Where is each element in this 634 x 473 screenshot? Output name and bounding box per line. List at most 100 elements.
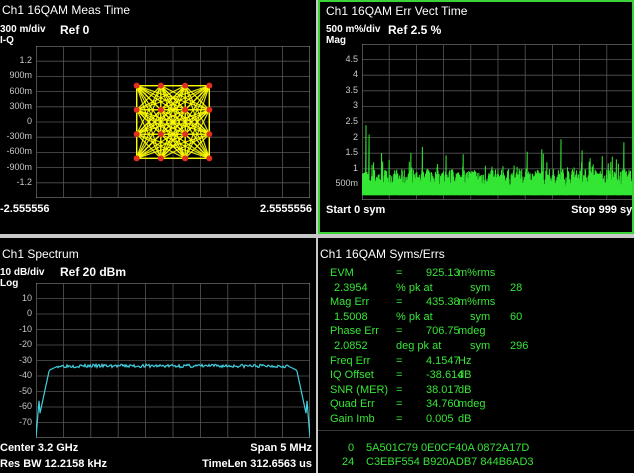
table-separator [318, 430, 634, 431]
metric-row: 1.5008 % pk at sym 60 [318, 311, 634, 325]
symbol-point [133, 131, 140, 138]
format-label: I-Q [0, 35, 14, 46]
hex-row-index: 0 [348, 442, 355, 454]
metric-row: 2.3954 % pk at sym 28 [318, 282, 634, 296]
start-label: Start 0 sym [326, 204, 386, 216]
constellation-pane[interactable]: Ch1 16QAM Meas Time 300 m/div I-Q Ref 0 … [0, 0, 316, 234]
symbol-point [206, 106, 213, 113]
constellation-plot[interactable] [36, 46, 310, 198]
y-tick-label: 300m [9, 100, 32, 111]
metric-cell: = [396, 267, 403, 279]
y-tick-label: 500m [335, 178, 358, 189]
y-tick-label: 600m [9, 85, 32, 96]
metric-row: SNR (MER) = 38.017 dB [318, 384, 634, 398]
metric-cell: deg pk at [396, 340, 442, 352]
symbol-point [182, 155, 189, 162]
y-tick-label: 2 [352, 131, 358, 142]
y-tick-label: -1.2 [16, 176, 32, 187]
y-tick-label: 0 [26, 308, 32, 318]
metric-cell: mdeg [458, 325, 486, 338]
y-tick-label: -40 [18, 370, 32, 380]
pane-title: Ch1 16QAM Err Vect Time [326, 4, 468, 18]
symbol-point [157, 82, 164, 89]
metric-cell: Phase Err [330, 325, 379, 338]
y-tick-label: 4.5 [345, 53, 358, 64]
metric-cell: = [396, 398, 403, 411]
stop-label: Stop 999 sym [571, 204, 633, 216]
metric-cell: Quad Err [330, 398, 375, 411]
metric-cell: SNR (MER) [330, 383, 389, 396]
metric-cell: = [396, 296, 403, 309]
y-tick-label: -20 [18, 339, 32, 349]
y-tick-label: 4 [352, 69, 358, 80]
y-tick-label: 3 [352, 100, 358, 111]
metric-cell: mdeg [458, 398, 486, 411]
format-label: Log [0, 278, 19, 289]
metric-cell: m%rms [458, 267, 496, 279]
x-axis-right-label: 2.5555556 [260, 203, 312, 215]
metric-cell: 28 [510, 281, 523, 294]
metric-cell: 296 [510, 340, 529, 352]
syms-errs-pane[interactable]: Ch1 16QAM Syms/Errs EVM = 925.13 m%rms 2.395… [318, 238, 634, 473]
metric-row: Freq Err = 4.1547 Hz [318, 355, 634, 369]
symbol-point [157, 155, 164, 162]
metric-cell: IQ Offset [330, 369, 374, 382]
y-tick-label: 10 [21, 292, 32, 303]
hex-row-words: C3EBF554 B920ADB7 844B6AD3 [366, 456, 534, 468]
y-tick-label: -60 [18, 401, 32, 411]
symbol-point [206, 131, 213, 138]
reference-level: Ref 20 dBm [60, 265, 127, 279]
symbol-point [133, 82, 140, 89]
metric-cell: Freq Err [330, 354, 371, 367]
metric-cell: 925.13 [426, 267, 460, 279]
metric-cell: dB [458, 369, 472, 382]
scale-per-div: 500 m%/div [326, 24, 381, 35]
symbol-point [182, 131, 189, 138]
spectrum-plot[interactable] [36, 283, 310, 438]
metric-row: Phase Err = 706.75 mdeg [318, 325, 634, 339]
metric-cell: dB [458, 383, 472, 396]
scale-per-div: 10 dB/div [0, 267, 45, 278]
y-tick-label: 3.5 [345, 84, 358, 95]
x-axis-left-label: -2.555556 [0, 203, 50, 215]
metric-cell: = [396, 413, 403, 425]
reference-level: Ref 2.5 % [388, 23, 442, 37]
err-vect-pane[interactable]: Ch1 16QAM Err Vect Time 500 m%/div Mag R… [318, 0, 634, 234]
symbol-point [133, 106, 140, 113]
y-tick-label: 900m [9, 70, 32, 81]
metric-cell: 2.3954 [334, 281, 368, 294]
symbol-point [133, 155, 140, 162]
y-tick-label: 0 [26, 116, 32, 126]
hex-row-words: 5A501C79 0E0CF40A 0872A17D [366, 442, 530, 454]
y-tick-label: -900m [6, 161, 32, 172]
metric-row: Gain Imb = 0.005 dB [318, 413, 634, 427]
metric-cell: Gain Imb [330, 413, 375, 425]
metric-cell: Mag Err [330, 296, 370, 309]
metric-cell: = [396, 325, 403, 338]
metric-cell: 0.005 [426, 413, 454, 425]
pane-title: Ch1 16QAM Syms/Errs [320, 247, 445, 261]
symbol-point [206, 155, 213, 162]
metric-cell: m%rms [458, 296, 496, 309]
pane-title: Ch1 Spectrum [2, 247, 79, 261]
metric-cell: 38.017 [426, 383, 460, 396]
metric-cell: 435.38 [426, 296, 460, 309]
reference-level: Ref 0 [60, 23, 90, 37]
y-tick-label: -300m [6, 131, 32, 142]
time-len-label: TimeLen 312.6563 us [202, 458, 312, 470]
metric-cell: 1.5008 [334, 310, 368, 323]
y-tick-label: -600m [6, 146, 32, 157]
scale-per-div: 300 m/div [0, 24, 46, 35]
metric-cell: = [396, 354, 403, 367]
y-tick-label: -50 [18, 385, 32, 396]
res-bw-label: Res BW 12.2158 kHz [0, 458, 107, 470]
spectrum-pane[interactable]: Ch1 Spectrum 10 dB/div Log Ref 20 dBm 10… [0, 238, 316, 473]
err-vect-plot[interactable] [362, 44, 634, 200]
y-tick-label: 1.2 [19, 55, 32, 66]
metric-row: Mag Err = 435.38 m%rms [318, 296, 634, 310]
metric-cell: sym [470, 310, 491, 323]
hex-row-index: 24 [342, 456, 355, 468]
metric-cell: 2.0852 [334, 340, 368, 352]
y-tick-label: -30 [18, 354, 32, 365]
span-label: Span 5 MHz [250, 442, 312, 454]
